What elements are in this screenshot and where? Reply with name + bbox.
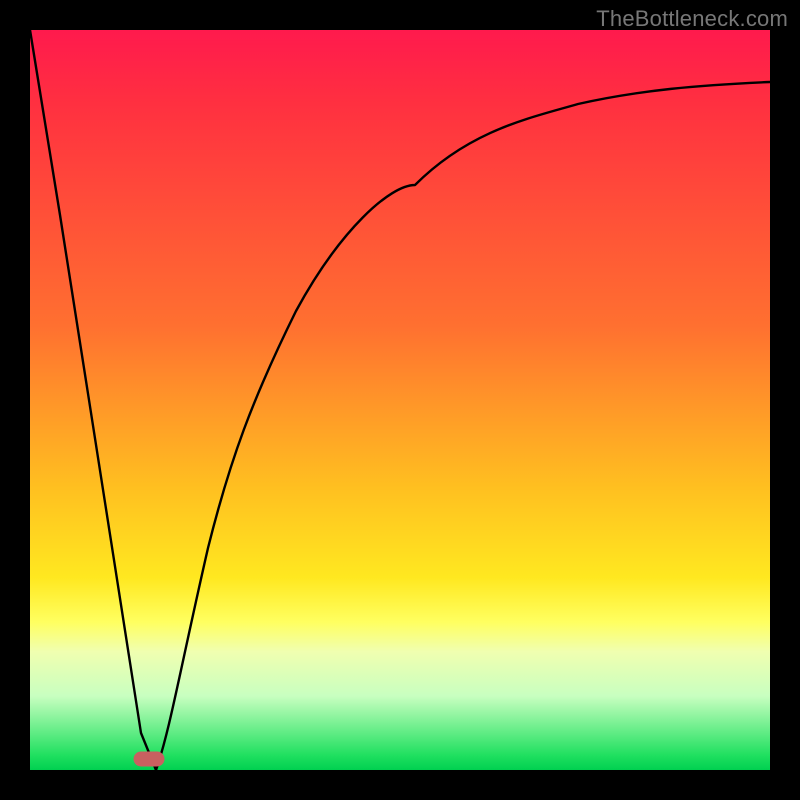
trough-marker [134, 752, 164, 766]
plot-area [30, 30, 770, 770]
chart-frame: TheBottleneck.com [0, 0, 800, 800]
curve-right-branch [156, 82, 770, 770]
watermark-text: TheBottleneck.com [596, 6, 788, 32]
curve-left-branch [30, 30, 156, 770]
curve-layer [30, 30, 770, 770]
